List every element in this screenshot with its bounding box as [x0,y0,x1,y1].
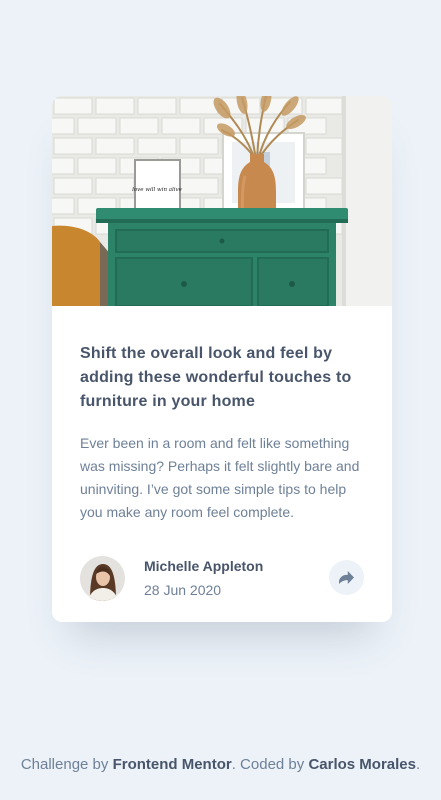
card-content: Shift the overall look and feel by addin… [80,342,368,524]
frame-text: love will win alive [132,187,183,193]
attribution-suffix: . [415,756,421,773]
article-description: Ever been in a room and felt like someth… [80,435,360,520]
share-icon [339,571,354,584]
article-card: love will win alive Shift the overall lo… [52,96,392,622]
author-link[interactable]: Carlos Morales [308,756,416,773]
avatar [80,556,125,601]
attribution-middle: . Coded by [231,756,309,773]
author-row: Michelle Appleton 28 Jun 2020 [80,556,364,602]
share-button[interactable] [329,560,364,595]
article-title[interactable]: Shift the overall look and feel by addin… [80,342,368,414]
author-name: Michelle Appleton [144,558,264,574]
post-date: 28 Jun 2020 [144,582,222,598]
frontend-mentor-link[interactable]: Frontend Mentor [113,756,232,773]
hero-image: love will win alive [52,96,392,306]
attribution: Challenge by Frontend Mentor. Coded by C… [0,756,441,773]
attribution-prefix: Challenge by [20,756,113,773]
